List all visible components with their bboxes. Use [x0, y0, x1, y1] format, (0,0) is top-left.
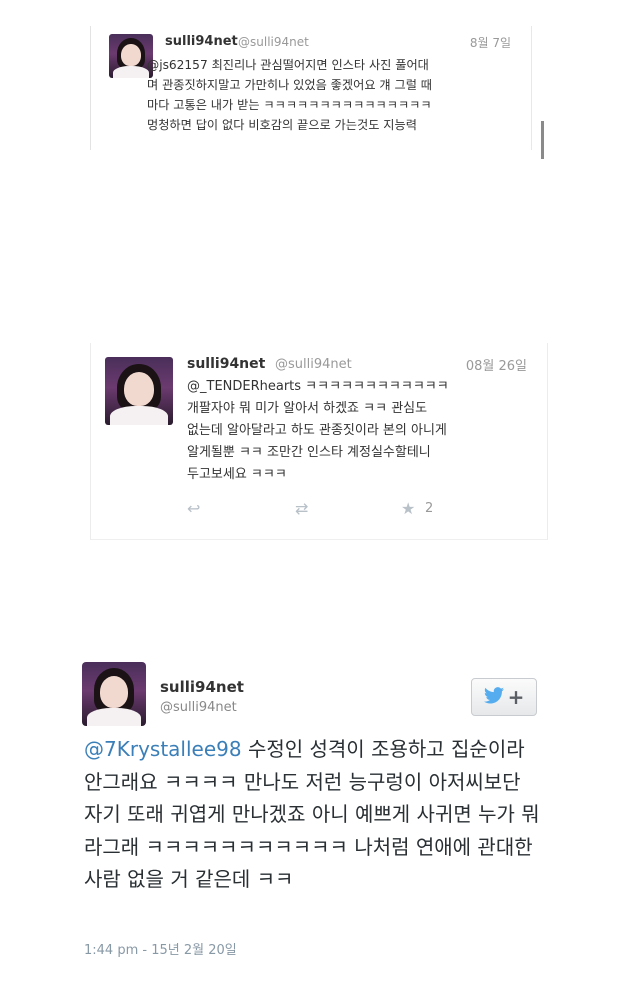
tweet-date[interactable]: 08월 26일	[466, 355, 527, 374]
tweet-author-handle[interactable]: @sulli94net	[160, 700, 237, 715]
favorite-count: 2	[425, 501, 434, 516]
reply-icon[interactable]: ↩	[187, 499, 200, 518]
tweet-author-name[interactable]: sulli94net	[160, 678, 244, 696]
star-icon[interactable]: ★	[401, 499, 415, 518]
scrollbar[interactable]	[541, 121, 544, 159]
twitter-bird-icon	[483, 686, 504, 708]
avatar[interactable]	[105, 357, 173, 425]
retweet-icon[interactable]: ⇄	[295, 499, 308, 518]
tweet-card: sulli94net @sulli94net 08월 26일 @_TENDERh…	[90, 343, 548, 540]
follow-plus: +	[507, 685, 525, 709]
tweet-date[interactable]: 8월 7일	[470, 34, 511, 51]
tweet-text: @7Krystallee98 수정인 성격이 조용하고 집순이라 안그래요 ㅋㅋ…	[84, 733, 544, 896]
tweet-author-name[interactable]: sulli94net	[165, 34, 238, 49]
tweet-author-handle[interactable]: @sulli94net	[275, 357, 352, 372]
embedded-tweet: sulli94net @sulli94net + @7Krystallee98 …	[0, 650, 623, 992]
tweet-card: sulli94net @sulli94net 8월 7일 @js62157 최진…	[90, 26, 532, 150]
tweet-text: @js62157 최진리나 관심떨어지면 인스타 사진 풀어대 며 관종짓하지말…	[147, 58, 433, 132]
tweet-text: @_TENDERhearts ㅋㅋㅋㅋㅋㅋㅋㅋㅋㅋㅋㅋ 개팔자야 뭐 미가 알아…	[187, 379, 449, 482]
tweet-author-name[interactable]: sulli94net	[187, 356, 265, 372]
follow-button[interactable]: +	[471, 678, 537, 716]
tweet-timestamp[interactable]: 1:44 pm - 15년 2월 20일	[84, 939, 237, 958]
tweet-author-handle[interactable]: @sulli94net	[238, 35, 309, 49]
avatar[interactable]	[82, 662, 146, 726]
mention-link[interactable]: @7Krystallee98	[84, 737, 242, 761]
tweet-actions: ↩ ⇄ ★ 2	[187, 499, 527, 523]
